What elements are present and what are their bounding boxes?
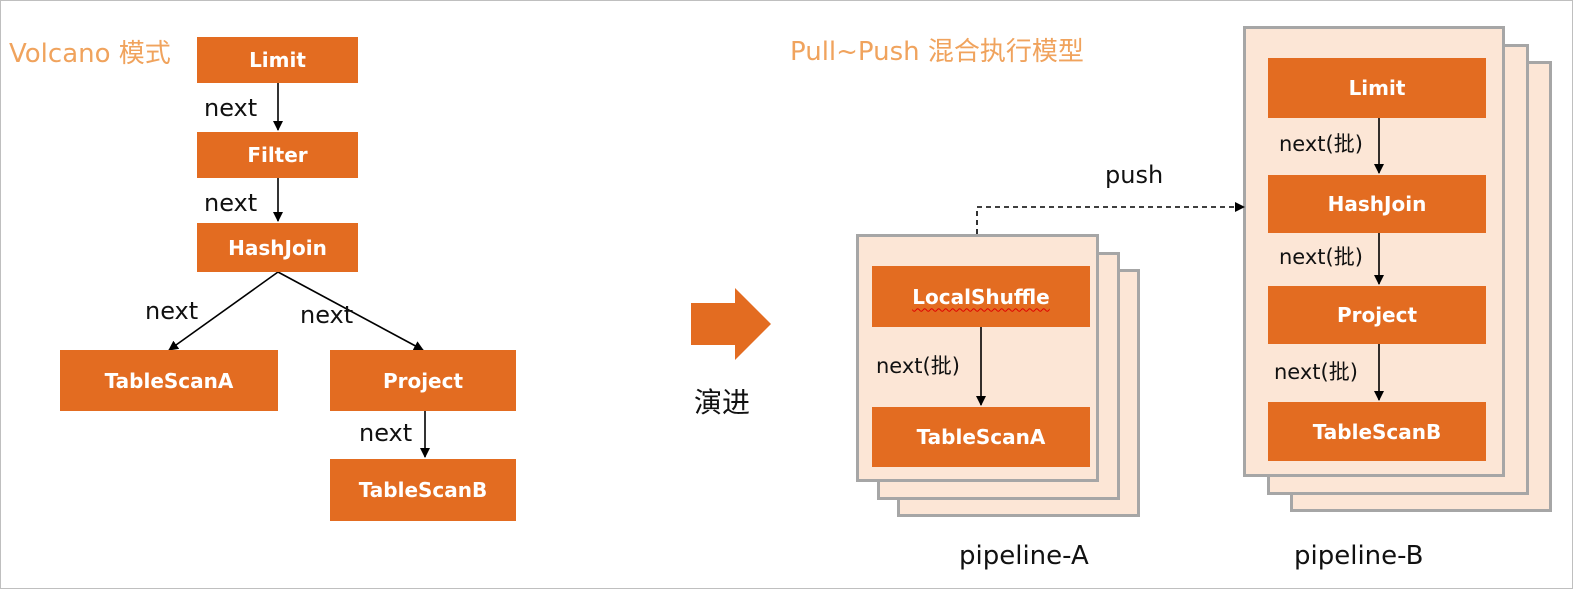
edge-label-next-4: next: [300, 301, 354, 329]
volcano-node-filter: Filter: [197, 132, 358, 178]
pullpush-title: Pull~Push 混合执行模型: [790, 37, 1084, 67]
volcano-node-tablescanb: TableScanB: [330, 459, 516, 521]
volcano-title: Volcano 模式: [9, 39, 171, 69]
edge-label-next-2: next: [204, 189, 258, 217]
pipeline-b-node-project: Project: [1268, 286, 1486, 344]
edge-label-next-3: next: [145, 297, 199, 325]
edge-label-next-5: next: [359, 419, 413, 447]
edge-label-next-1: next: [204, 94, 258, 122]
push-connector: [976, 202, 1245, 234]
volcano-node-hashjoin: HashJoin: [197, 223, 358, 272]
pipeline-a-node-tablescana: TableScanA: [872, 407, 1090, 467]
volcano-node-tablescana: TableScanA: [60, 350, 278, 411]
transition-arrow: [691, 288, 771, 360]
pipeline-b-name: pipeline-B: [1294, 541, 1424, 571]
pipeline-a-edge-label: next(批): [876, 354, 960, 378]
volcano-node-limit: Limit: [197, 37, 358, 83]
pipeline-b-edge-label-3: next(批): [1274, 360, 1358, 384]
pipeline-b-node-hashjoin: HashJoin: [1268, 175, 1486, 233]
pipeline-b-node-tablescanb: TableScanB: [1268, 402, 1486, 461]
push-label: push: [1105, 161, 1164, 189]
transition-label: 演进: [694, 386, 751, 419]
diagram-canvas: Volcano 模式 Pull~Push 混合执行模型 Limit Filter…: [0, 0, 1573, 589]
pipeline-b-edge-label-2: next(批): [1279, 245, 1363, 269]
pipeline-a-name: pipeline-A: [959, 541, 1089, 571]
pipeline-a-node-localshuffle: LocalShuffle: [872, 266, 1090, 327]
localshuffle-label: LocalShuffle: [912, 284, 1050, 309]
pipeline-b-edge-label-1: next(批): [1279, 132, 1363, 156]
pipeline-b-node-limit: Limit: [1268, 58, 1486, 118]
volcano-node-project: Project: [330, 350, 516, 411]
